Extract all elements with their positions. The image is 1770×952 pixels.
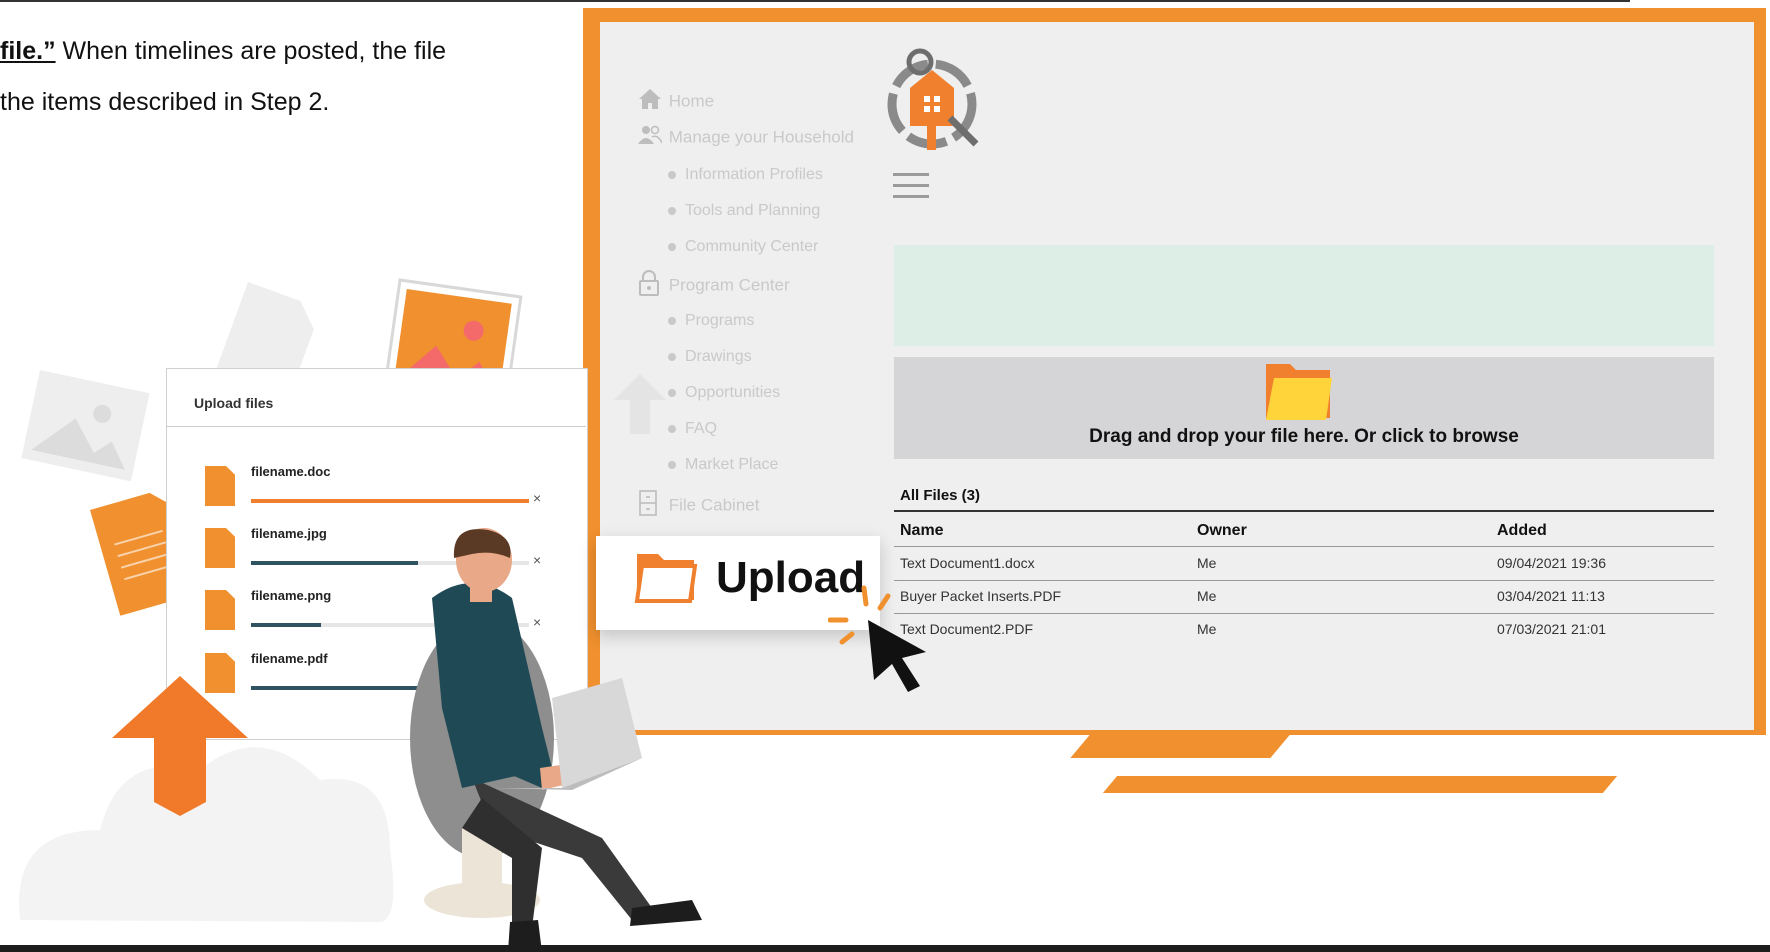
sidebar-label: Home	[668, 91, 715, 111]
file-owner: Me	[1197, 621, 1217, 637]
sidebar-label: Manage your Household	[668, 127, 854, 147]
intro-bold: file.”	[0, 37, 56, 65]
files-heading: All Files (3)	[900, 487, 981, 504]
sidebar-item-home[interactable]: Home	[638, 88, 714, 116]
sidebar-item-tools-planning[interactable]: Tools and Planning	[668, 202, 820, 220]
remove-file-icon[interactable]: ×	[533, 490, 541, 506]
upload-arrow-icon	[112, 676, 248, 816]
sidebar-label: Programs	[685, 312, 755, 329]
sidebar-label: Information Profiles	[685, 166, 823, 183]
file-icon	[205, 590, 235, 630]
upload-file-name: filename.pdf	[251, 651, 328, 666]
sidebar-label: File Cabinet	[668, 495, 760, 515]
intro-line1: When timelines are posted, the file	[55, 37, 447, 65]
bullet-icon	[668, 242, 676, 251]
upload-file-name: filename.doc	[251, 464, 331, 479]
intro-line2: the items described in Step 2.	[0, 88, 330, 116]
column-header-added[interactable]: Added	[1497, 522, 1547, 540]
upload-file-name: filename.png	[251, 588, 332, 603]
bullet-icon	[668, 352, 676, 361]
house-key-logo	[887, 48, 979, 150]
upload-progress-track	[251, 499, 529, 503]
top-rule	[0, 0, 1630, 2]
file-owner: Me	[1197, 588, 1217, 604]
bullet-icon	[668, 388, 676, 397]
cursor-pointer-icon	[868, 620, 926, 692]
upload-file-item: filename.doc ×	[205, 464, 545, 512]
upload-panel-title: Upload files	[194, 395, 274, 411]
upload-progress-fill	[251, 499, 529, 503]
bullet-icon	[668, 460, 676, 469]
notice-banner	[894, 245, 1714, 346]
sidebar-label: Program Center	[668, 275, 790, 295]
table-row[interactable]: Text Document2.PDF Me 07/03/2021 21:01	[894, 614, 1714, 645]
home-icon	[638, 88, 664, 116]
lock-icon	[638, 270, 664, 302]
sidebar-item-manage-household[interactable]: Manage your Household	[638, 124, 854, 152]
column-header-name[interactable]: Name	[900, 522, 944, 540]
upload-folder-icon	[634, 554, 698, 603]
sidebar-label: Drawings	[685, 348, 752, 365]
column-header-owner[interactable]: Owner	[1197, 522, 1247, 540]
sidebar-label: Opportunities	[685, 384, 781, 401]
sidebar-label: Market Place	[685, 456, 779, 473]
file-added: 09/04/2021 19:36	[1497, 555, 1606, 571]
bullet-icon	[668, 170, 676, 179]
sidebar-item-information-profiles[interactable]: Information Profiles	[668, 166, 823, 184]
sidebar-item-programs[interactable]: Programs	[668, 312, 754, 330]
upload-panel-divider	[166, 426, 586, 427]
bottom-bar	[0, 945, 1770, 952]
file-owner: Me	[1197, 555, 1217, 571]
table-header-rule	[894, 510, 1714, 512]
monitor-stand-neck	[1070, 735, 1290, 758]
file-icon	[205, 528, 235, 568]
faded-upload-arrow-icon	[614, 374, 666, 434]
users-icon	[638, 124, 664, 152]
row-divider	[894, 546, 1714, 547]
sidebar-item-market-place[interactable]: Market Place	[668, 456, 778, 474]
sidebar-item-drawings[interactable]: Drawings	[668, 348, 752, 366]
sidebar-item-file-cabinet[interactable]: File Cabinet	[638, 490, 759, 522]
table-row[interactable]: Buyer Packet Inserts.PDF Me 03/04/2021 1…	[894, 581, 1714, 612]
bullet-icon	[668, 206, 676, 215]
monitor-stand-base	[1102, 776, 1618, 793]
file-name[interactable]: Text Document1.docx	[900, 555, 1035, 571]
file-icon	[205, 466, 235, 506]
sidebar-item-faq[interactable]: FAQ	[668, 420, 717, 438]
sidebar-item-community-center[interactable]: Community Center	[668, 238, 818, 256]
file-added: 03/04/2021 11:13	[1497, 588, 1605, 604]
sidebar-label: Community Center	[685, 238, 819, 255]
sidebar-item-opportunities[interactable]: Opportunities	[668, 384, 780, 402]
dropzone-label: Drag and drop your file here. Or click t…	[1089, 426, 1519, 447]
sidebar-label: Tools and Planning	[685, 202, 821, 219]
table-row[interactable]: Text Document1.docx Me 09/04/2021 19:36	[894, 548, 1714, 579]
menu-icon[interactable]	[893, 173, 929, 199]
bullet-icon	[668, 316, 676, 325]
file-added: 07/03/2021 21:01	[1497, 621, 1606, 637]
sidebar-item-program-center[interactable]: Program Center	[638, 270, 790, 302]
upload-file-name: filename.jpg	[251, 526, 327, 541]
bullet-icon	[668, 424, 676, 433]
folder-icon	[1266, 364, 1332, 420]
cabinet-icon	[638, 490, 664, 522]
upload-progress-fill	[251, 623, 321, 627]
sidebar-label: FAQ	[685, 420, 718, 437]
intro-text: file.” When timelines are posted, the fi…	[0, 26, 446, 128]
